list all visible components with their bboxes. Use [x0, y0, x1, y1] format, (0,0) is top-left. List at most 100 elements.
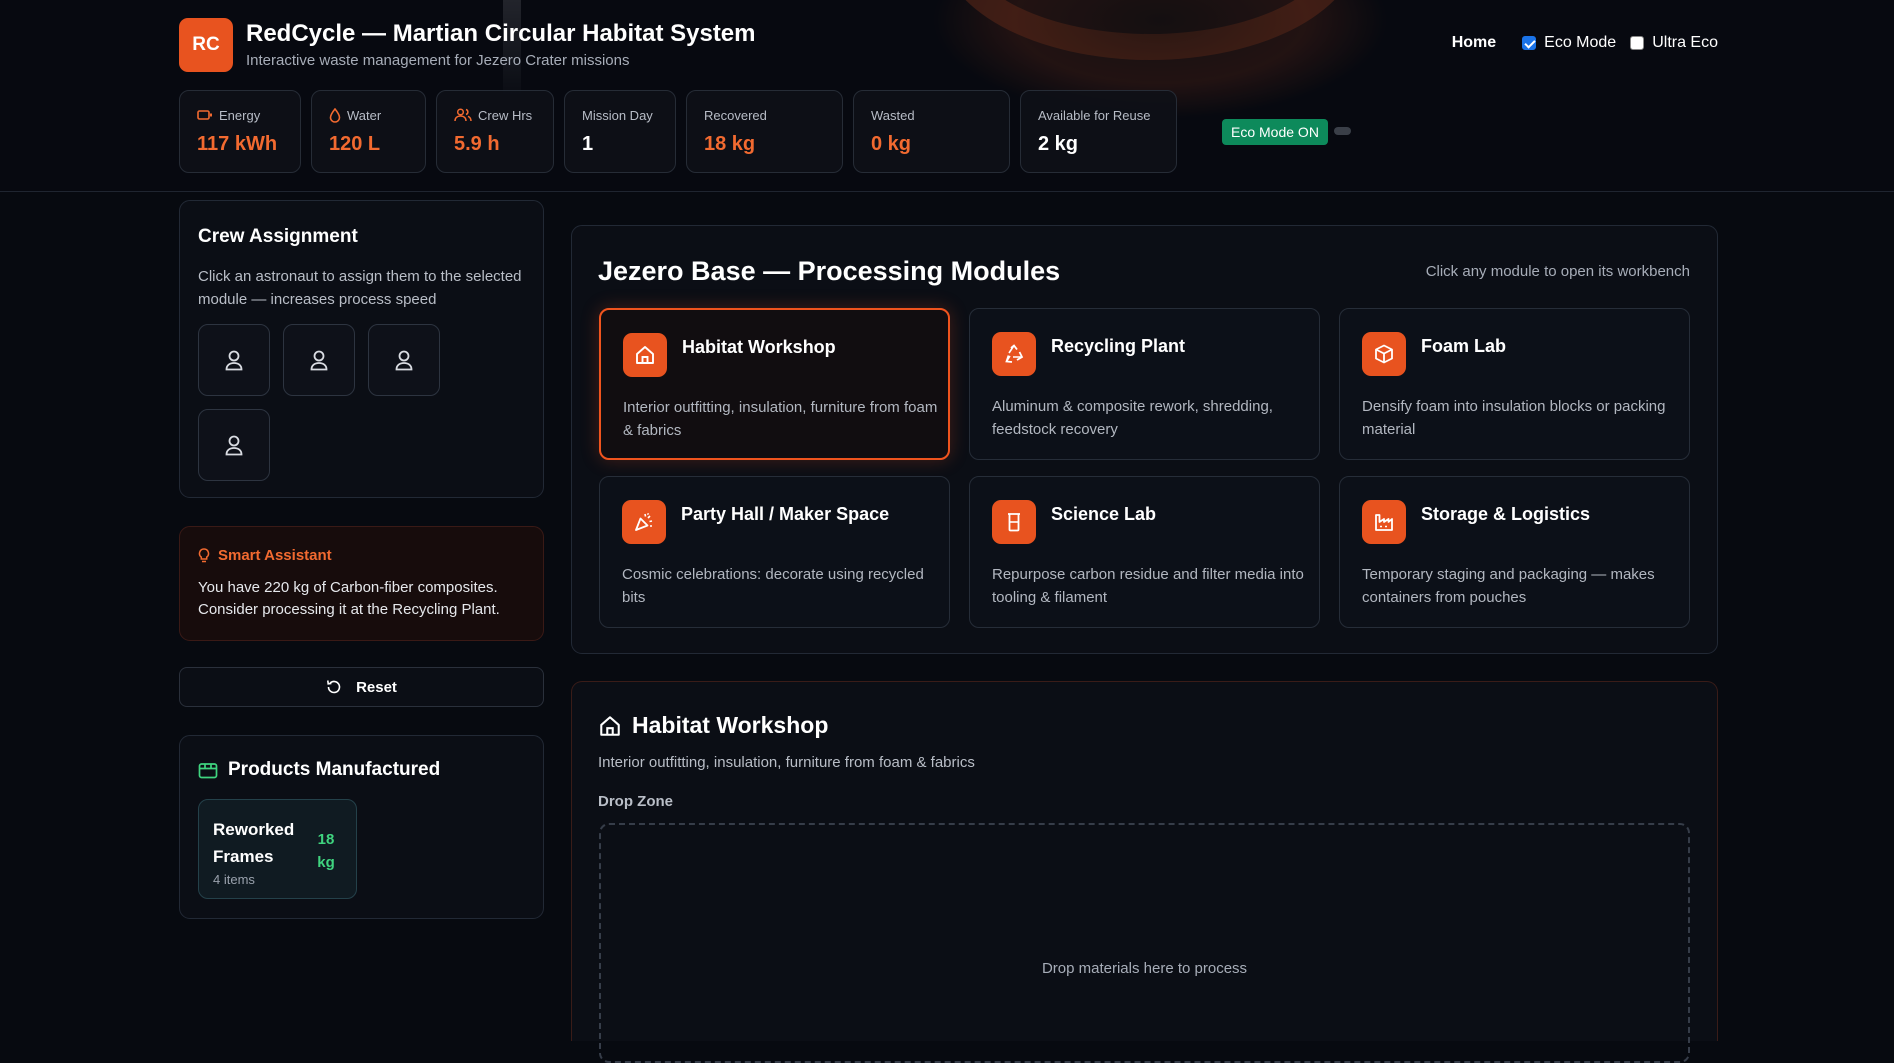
- module-description: Densify foam into insulation blocks or p…: [1362, 398, 1666, 438]
- users-icon: [454, 108, 472, 122]
- module-title: Storage & Logistics: [1421, 504, 1591, 524]
- module-card-habitat-workshop[interactable]: Habitat Workshop Interior outfitting, in…: [599, 308, 950, 460]
- user-icon: [225, 350, 243, 371]
- astronaut-button[interactable]: [198, 409, 270, 481]
- stat-mission-day: Mission Day 1: [564, 90, 676, 173]
- ultra-eco-toggle[interactable]: Ultra Eco: [1630, 34, 1718, 52]
- recycle-icon: [992, 332, 1036, 376]
- cube-icon: [1362, 332, 1406, 376]
- product-card: Reworked Frames 18 kg 4 items: [198, 799, 357, 899]
- processing-modules-panel: Jezero Base — Processing Modules Click a…: [571, 225, 1718, 654]
- eco-mode-label: Eco Mode: [1544, 34, 1617, 51]
- stat-label: Wasted: [871, 107, 915, 123]
- factory-icon: [1362, 500, 1406, 544]
- drop-zone[interactable]: Drop materials here to process: [599, 823, 1690, 1063]
- module-description: Interior outfitting, insulation, furnitu…: [623, 399, 938, 439]
- stat-label: Mission Day: [582, 107, 653, 123]
- stat-wasted: Wasted 0 kg: [853, 90, 1010, 173]
- stat-label: Recovered: [704, 107, 767, 123]
- module-card-science-lab[interactable]: Science Lab Repurpose carbon residue and…: [969, 476, 1320, 628]
- ultra-eco-label: Ultra Eco: [1652, 34, 1718, 51]
- crew-description: Click an astronaut to assign them to the…: [198, 268, 522, 308]
- modules-title: Jezero Base — Processing Modules: [598, 256, 1061, 286]
- module-card-party-hall[interactable]: Party Hall / Maker Space Cosmic celebrat…: [599, 476, 950, 628]
- products-panel: Products Manufactured Reworked Frames 18…: [179, 735, 544, 919]
- eco-mode-toggle[interactable]: Eco Mode: [1522, 34, 1616, 52]
- app-logo: RC: [179, 18, 233, 72]
- module-title: Party Hall / Maker Space: [681, 504, 890, 524]
- stat-value: 1: [582, 133, 594, 155]
- module-description: Cosmic celebrations: decorate using recy…: [622, 566, 924, 606]
- drop-zone-label: Drop Zone: [598, 793, 673, 810]
- stat-value: 5.9 h: [454, 133, 500, 155]
- stat-value: 2 kg: [1038, 133, 1079, 155]
- eco-mode-badge: Eco Mode ON: [1222, 119, 1328, 145]
- drop-zone-text: Drop materials here to process: [1041, 960, 1248, 977]
- module-title: Science Lab: [1051, 504, 1157, 524]
- user-icon: [395, 350, 413, 371]
- beaker-icon: [992, 500, 1036, 544]
- module-description: Temporary staging and packaging — makes …: [1362, 566, 1655, 606]
- smart-assistant-panel: Smart Assistant You have 220 kg of Carbo…: [179, 526, 544, 641]
- assistant-title: Smart Assistant: [218, 547, 332, 564]
- module-card-recycling-plant[interactable]: Recycling Plant Aluminum & composite rew…: [969, 308, 1320, 460]
- workbench-title: Habitat Workshop: [632, 712, 829, 738]
- stat-label: Available for Reuse: [1038, 107, 1151, 123]
- workbench-panel: Habitat Workshop Interior outfitting, in…: [571, 681, 1718, 1063]
- party-popper-icon: [622, 500, 666, 544]
- rotate-ccw-icon: [327, 680, 341, 694]
- droplet-icon: [329, 107, 341, 123]
- app-header: RC RedCycle — Martian Circular Habitat S…: [0, 0, 1894, 192]
- stat-value: 18 kg: [704, 133, 756, 155]
- stat-crew-hours: Crew Hrs 5.9 h: [436, 90, 554, 173]
- module-card-foam-lab[interactable]: Foam Lab Densify foam into insulation bl…: [1339, 308, 1690, 460]
- eco-mode-checkbox[interactable]: [1522, 36, 1537, 50]
- module-description: Aluminum & composite rework, shredding, …: [992, 398, 1273, 438]
- stat-label: Energy: [219, 107, 261, 123]
- app-title: RedCycle — Martian Circular Habitat Syst…: [246, 20, 756, 47]
- eco-indicator-pill: [1334, 127, 1351, 135]
- astronaut-button[interactable]: [368, 324, 440, 396]
- module-card-storage-logistics[interactable]: Storage & Logistics Temporary staging an…: [1339, 476, 1690, 628]
- home-icon: [623, 333, 667, 377]
- app-subtitle: Interactive waste management for Jezero …: [246, 52, 630, 69]
- assistant-message: You have 220 kg of Carbon-fiber composit…: [198, 579, 500, 618]
- user-icon: [310, 350, 328, 371]
- package-icon: [198, 763, 218, 779]
- stat-energy: Energy 117 kWh: [179, 90, 301, 173]
- reset-label: Reset: [356, 678, 397, 696]
- lightbulb-icon: [198, 547, 210, 562]
- stat-value: 117 kWh: [197, 133, 278, 155]
- stat-water: Water 120 L: [311, 90, 426, 173]
- top-nav: Home Eco Mode Ultra Eco: [1452, 34, 1718, 52]
- modules-hint: Click any module to open its workbench: [1425, 263, 1690, 280]
- workbench-description: Interior outfitting, insulation, furnitu…: [598, 754, 975, 771]
- astronaut-button[interactable]: [198, 324, 270, 396]
- crew-title: Crew Assignment: [198, 226, 358, 247]
- stat-available-reuse: Available for Reuse 2 kg: [1020, 90, 1177, 173]
- home-icon: [600, 715, 620, 736]
- stats-bar: Energy 117 kWh Water 120 L Crew Hrs 5.9 …: [179, 90, 1177, 173]
- stat-value: 0 kg: [871, 133, 912, 155]
- stat-label: Crew Hrs: [478, 107, 533, 123]
- astronaut-list: [198, 324, 498, 481]
- module-description: Repurpose carbon residue and filter medi…: [992, 566, 1304, 606]
- crew-assignment-panel: Crew Assignment Click an astronaut to as…: [179, 200, 544, 498]
- battery-icon: [197, 110, 212, 120]
- products-title: Products Manufactured: [228, 759, 441, 780]
- module-grid: Habitat Workshop Interior outfitting, in…: [599, 308, 1690, 628]
- module-title: Recycling Plant: [1051, 336, 1186, 356]
- product-count: 4 items: [213, 872, 255, 887]
- nav-home-link[interactable]: Home: [1452, 34, 1496, 52]
- module-title: Foam Lab: [1421, 336, 1507, 356]
- module-title: Habitat Workshop: [682, 337, 836, 357]
- ultra-eco-checkbox[interactable]: [1630, 36, 1645, 50]
- stat-value: 120 L: [329, 133, 381, 155]
- product-name: Reworked Frames: [213, 820, 295, 866]
- astronaut-button[interactable]: [283, 324, 355, 396]
- product-quantity: 18 kg: [317, 831, 335, 871]
- reset-button[interactable]: Reset: [179, 667, 544, 707]
- stat-recovered: Recovered 18 kg: [686, 90, 843, 173]
- stat-label: Water: [347, 107, 382, 123]
- user-icon: [225, 435, 243, 456]
